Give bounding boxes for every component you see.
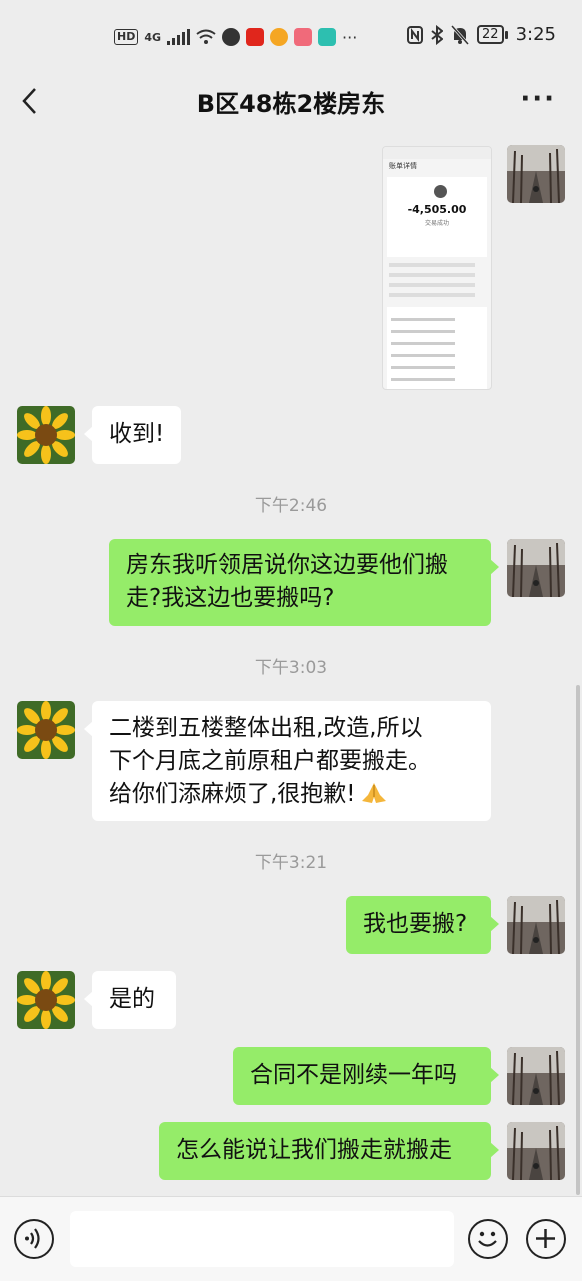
signal-icon xyxy=(167,29,191,45)
thumbnail-card: -4,505.00 交易成功 xyxy=(387,177,487,257)
more-functions-button[interactable] xyxy=(526,1219,566,1259)
voice-icon xyxy=(25,1228,40,1249)
location-app-icon xyxy=(222,28,241,46)
message-text: 怎么能说让我们搬走就搬走 xyxy=(176,1137,452,1163)
self-avatar[interactable] xyxy=(507,896,565,954)
message-bubble-received[interactable]: 二楼到五楼整体出租,改造,所以 下个月底之前原租户都要搬走。 给你们添麻烦了,很… xyxy=(84,701,491,821)
voice-input-button[interactable] xyxy=(14,1219,54,1259)
input-bar xyxy=(0,1196,582,1281)
contact-avatar[interactable] xyxy=(17,406,75,464)
more-options-button[interactable]: ··· xyxy=(520,84,556,114)
message-text: 我也要搬? xyxy=(363,911,468,937)
message-list[interactable]: 账单详情 -4,505.00 交易成功 收到! 下午2:46 房东我听领居说你这… xyxy=(0,130,582,1196)
road-trees-avatar-icon xyxy=(507,1047,565,1105)
contact-avatar[interactable] xyxy=(17,971,75,1029)
self-avatar[interactable] xyxy=(507,1047,565,1105)
bluetooth-icon xyxy=(431,24,444,45)
chat-header: B区48栋2楼房东 ··· xyxy=(0,70,582,130)
news-app-icon xyxy=(246,28,265,46)
road-trees-avatar-icon xyxy=(507,896,565,954)
emoji-icon xyxy=(478,1231,497,1247)
chat-title: B区48栋2楼房东 xyxy=(196,90,386,118)
message-bubble-sent[interactable]: 房东我听领居说你这边要他们搬 走?我这边也要搬吗? xyxy=(109,539,499,626)
message-text-line: 下个月底之前原租户都要搬走。 xyxy=(109,748,431,774)
self-avatar[interactable] xyxy=(507,1122,565,1180)
road-trees-avatar-icon xyxy=(507,539,565,597)
message-input[interactable] xyxy=(70,1211,454,1267)
clock: 3:25 xyxy=(515,24,556,45)
message-bubble-sent[interactable]: 我也要搬? xyxy=(346,896,499,954)
thumbnail-statusbar xyxy=(383,147,491,159)
self-avatar[interactable] xyxy=(507,539,565,597)
message-bubble-sent[interactable]: 怎么能说让我们搬走就搬走 xyxy=(159,1122,499,1180)
message-bubble-sent[interactable]: 合同不是刚续一年吗 xyxy=(233,1047,499,1105)
scrollbar[interactable] xyxy=(576,685,580,1195)
weibo-icon xyxy=(270,28,289,46)
timestamp: 下午3:03 xyxy=(254,658,328,678)
self-avatar[interactable] xyxy=(507,145,565,203)
timestamp: 下午2:46 xyxy=(254,496,328,516)
thumbnail-header: 账单详情 xyxy=(389,162,417,170)
message-text-line: 给你们添麻烦了,很抱歉! xyxy=(109,778,474,811)
message-bubble-received[interactable]: 收到! xyxy=(83,406,182,464)
timestamp: 下午3:21 xyxy=(254,853,328,873)
message-text-line: 二楼到五楼整体出租,改造,所以 xyxy=(109,715,423,741)
battery-level: 22 xyxy=(477,25,504,44)
road-trees-avatar-icon xyxy=(507,145,565,203)
message-text-line: 房东我听领居说你这边要他们搬 xyxy=(126,552,448,578)
sunflower-avatar-icon xyxy=(17,701,75,759)
thumbnail-details xyxy=(389,263,485,297)
message-text: 收到! xyxy=(109,421,165,447)
network-badge: 4G xyxy=(144,30,162,44)
wifi-icon xyxy=(196,29,216,44)
thumbnail-status: 交易成功 xyxy=(424,220,449,227)
status-icons-right: 22 3:25 xyxy=(407,24,556,45)
more-notifications-icon: ··· xyxy=(342,27,358,47)
status-icons-left: HD 4G ··· xyxy=(114,26,357,48)
message-bubble-received[interactable]: 是的 xyxy=(84,971,176,1029)
image-message[interactable]: 账单详情 -4,505.00 交易成功 xyxy=(382,146,492,390)
mute-bell-icon xyxy=(451,24,470,45)
message-text: 是的 xyxy=(109,986,155,1012)
boss-app-icon xyxy=(318,28,337,46)
thumbnail-amount: -4,505.00 xyxy=(407,203,467,216)
road-trees-avatar-icon xyxy=(507,1122,565,1180)
contact-avatar[interactable] xyxy=(17,701,75,759)
pray-hands-emoji-icon xyxy=(361,783,386,803)
message-text: 合同不是刚续一年吗 xyxy=(250,1062,457,1088)
thumbnail-avatar xyxy=(434,185,447,198)
thumbnail-menu xyxy=(387,307,487,389)
sunflower-avatar-icon xyxy=(17,971,75,1029)
message-text-line: 走?我这边也要搬吗? xyxy=(126,585,335,611)
plus-icon xyxy=(536,1229,555,1248)
hd-badge: HD xyxy=(114,29,139,45)
sunflower-avatar-icon xyxy=(17,406,75,464)
shopping-app-icon xyxy=(294,28,313,46)
nfc-icon xyxy=(407,25,424,44)
battery-icon: 22 xyxy=(477,25,508,44)
status-bar: HD 4G ··· 22 3:25 xyxy=(0,0,582,70)
emoji-button[interactable] xyxy=(468,1219,508,1259)
